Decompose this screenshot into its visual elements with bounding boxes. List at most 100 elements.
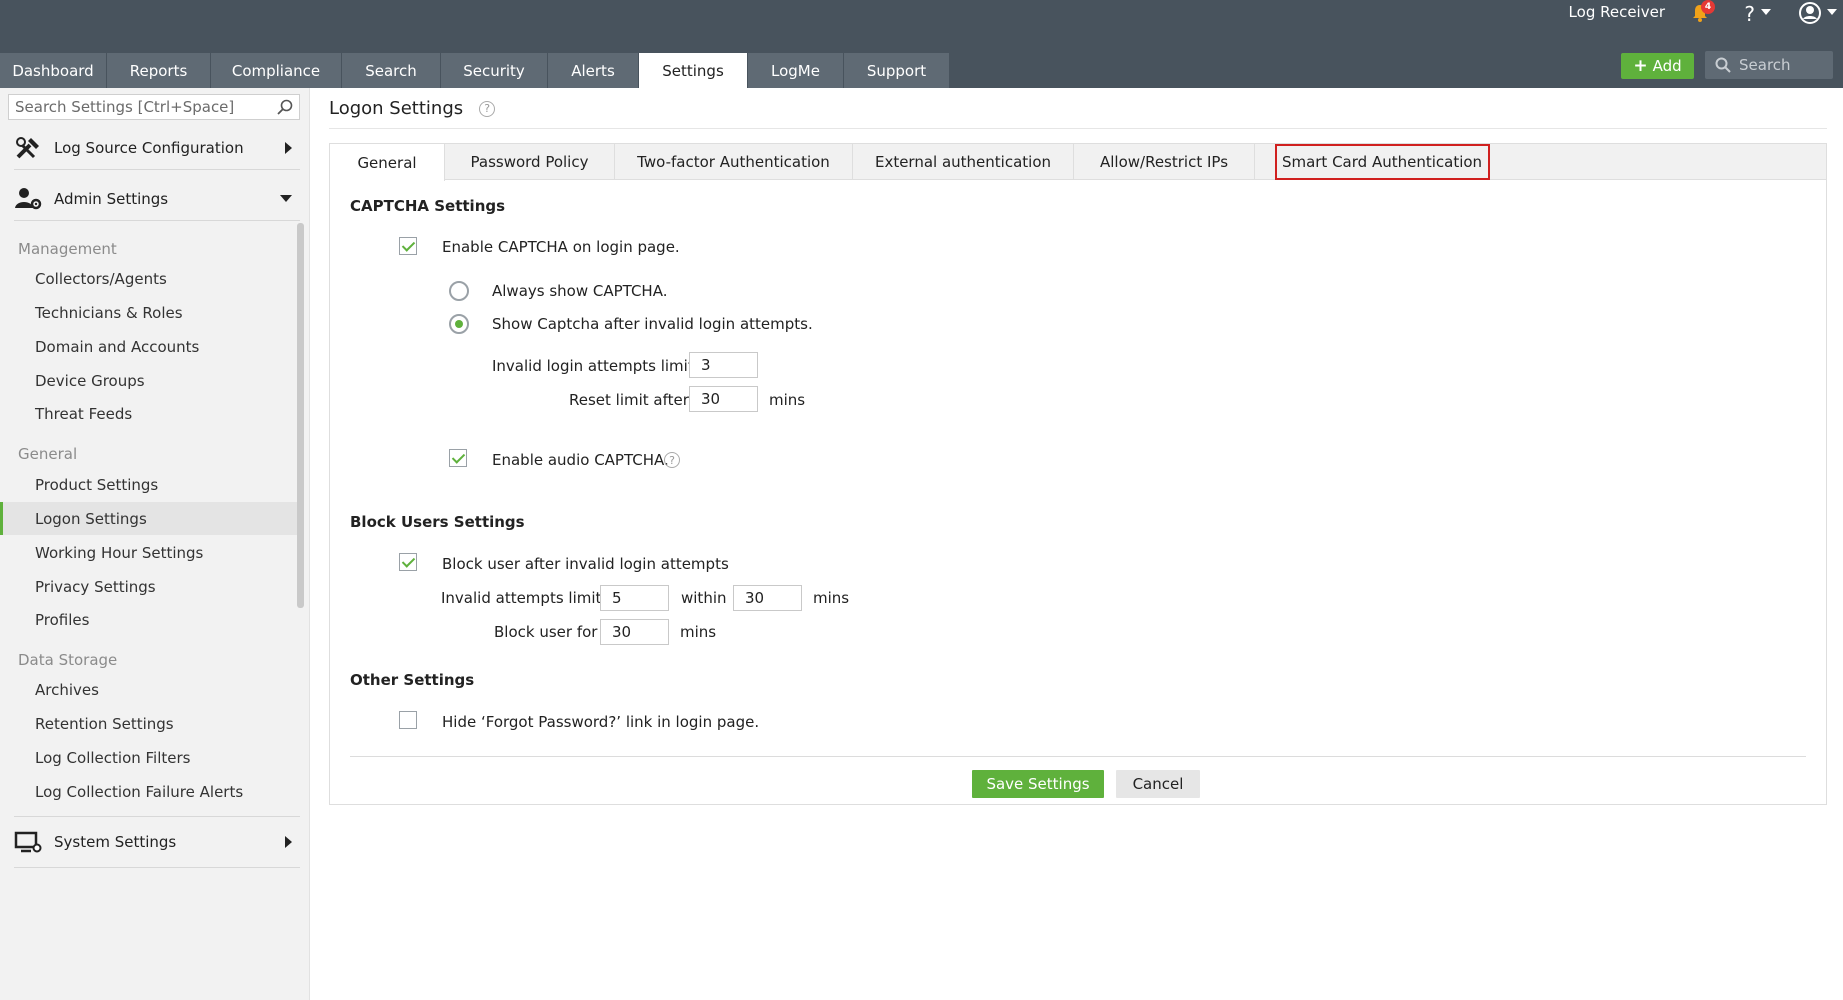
reset-limit-input[interactable]: 30	[689, 386, 758, 412]
sidebar-group-log-source-configuration[interactable]: Log Source Configuration	[14, 126, 300, 170]
nav-tab-compliance[interactable]: Compliance	[211, 53, 342, 88]
notification-count-badge: 4	[1701, 0, 1715, 14]
block-user-checkbox[interactable]	[399, 553, 417, 571]
logon-settings-panel: General Password Policy Two-factor Authe…	[329, 143, 1827, 805]
sidebar-item-product-settings[interactable]: Product Settings	[0, 468, 300, 501]
tab-two-factor-authentication[interactable]: Two-factor Authentication	[615, 144, 853, 180]
tab-allow-restrict-ips[interactable]: Allow/Restrict IPs	[1074, 144, 1255, 180]
add-button-label: Add	[1652, 57, 1682, 75]
sidebar-item-working-hour-settings[interactable]: Working Hour Settings	[0, 536, 300, 569]
sidebar-group-admin-settings[interactable]: Admin Settings	[14, 177, 300, 221]
save-settings-button[interactable]: Save Settings	[972, 770, 1104, 798]
tab-smart-card-authentication[interactable]: Smart Card Authentication	[1275, 144, 1490, 180]
cancel-button[interactable]: Cancel	[1116, 770, 1200, 798]
sidebar-section-general: General	[18, 445, 78, 463]
tab-general[interactable]: General	[330, 144, 445, 181]
settings-search-placeholder: Search Settings [Ctrl+Space]	[15, 98, 235, 116]
monitor-settings-icon	[14, 831, 42, 853]
reset-limit-label: Reset limit after	[569, 391, 689, 409]
search-icon	[1715, 57, 1731, 73]
page-title: Logon Settings ?	[329, 98, 496, 119]
block-users-section-title: Block Users Settings	[350, 513, 525, 531]
nav-tab-reports[interactable]: Reports	[107, 53, 211, 88]
sidebar-group-system-settings[interactable]: System Settings	[14, 816, 300, 868]
tools-icon	[16, 136, 39, 158]
sidebar-item-log-collection-filters[interactable]: Log Collection Filters	[0, 741, 300, 774]
block-user-for-unit: mins	[680, 623, 717, 641]
invalid-attempts-limit-label: Invalid attempts limit	[441, 589, 602, 607]
settings-search-input[interactable]: Search Settings [Ctrl+Space]	[8, 94, 300, 120]
add-button[interactable]: + Add	[1621, 53, 1694, 79]
sidebar-scrollbar[interactable]	[297, 223, 304, 608]
invalid-login-limit-label: Invalid login attempts limit	[492, 357, 694, 375]
nav-tab-support[interactable]: Support	[844, 53, 950, 88]
block-user-label: Block user after invalid login attempts	[442, 555, 729, 573]
tab-external-authentication[interactable]: External authentication	[853, 144, 1074, 180]
block-user-for-input[interactable]: 30	[600, 619, 669, 645]
tab-password-policy[interactable]: Password Policy	[445, 144, 615, 180]
captcha-after-invalid-label: Show Captcha after invalid login attempt…	[492, 315, 813, 333]
nav-tab-logme[interactable]: LogMe	[748, 53, 844, 88]
chevron-down-icon[interactable]	[1827, 9, 1837, 15]
chevron-right-icon	[285, 141, 292, 154]
sidebar-item-logon-settings[interactable]: Logon Settings	[0, 502, 300, 535]
enable-audio-captcha-checkbox[interactable]	[449, 449, 467, 467]
sidebar-group-label: System Settings	[54, 833, 177, 851]
reset-limit-unit: mins	[769, 391, 806, 409]
sidebar-item-retention-settings[interactable]: Retention Settings	[0, 707, 300, 740]
always-show-captcha-label: Always show CAPTCHA.	[492, 282, 668, 300]
enable-captcha-label: Enable CAPTCHA on login page.	[442, 238, 680, 256]
main-nav: Dashboard Reports Compliance Search Secu…	[0, 53, 950, 88]
sidebar-item-device-groups[interactable]: Device Groups	[0, 364, 300, 397]
invalid-login-limit-input[interactable]: 3	[689, 352, 758, 378]
enable-captcha-checkbox[interactable]	[399, 237, 417, 255]
help-icon[interactable]: ?	[479, 100, 496, 117]
sidebar-section-data-storage: Data Storage	[18, 651, 118, 669]
captcha-after-invalid-radio[interactable]	[449, 314, 469, 334]
title-divider	[329, 128, 1827, 129]
sidebar-item-log-collection-failure-alerts[interactable]: Log Collection Failure Alerts	[0, 775, 300, 808]
sidebar-item-privacy-settings[interactable]: Privacy Settings	[0, 570, 300, 603]
admin-user-icon	[15, 187, 42, 209]
other-settings-section-title: Other Settings	[350, 671, 475, 689]
hide-forgot-password-checkbox[interactable]	[399, 711, 417, 729]
always-show-captcha-radio[interactable]	[449, 281, 469, 301]
within-label: within	[681, 589, 727, 607]
nav-tab-alerts[interactable]: Alerts	[548, 53, 639, 88]
page-title-text: Logon Settings	[329, 98, 464, 119]
global-search-input[interactable]: Search	[1705, 51, 1833, 79]
sidebar-item-domain-accounts[interactable]: Domain and Accounts	[0, 330, 300, 363]
sidebar-item-archives[interactable]: Archives	[0, 673, 300, 706]
log-receiver-link[interactable]: Log Receiver	[1569, 3, 1665, 21]
sidebar-item-technicians-roles[interactable]: Technicians & Roles	[0, 296, 300, 329]
nav-tab-dashboard[interactable]: Dashboard	[0, 53, 107, 88]
enable-audio-captcha-label: Enable audio CAPTCHA.	[492, 451, 669, 469]
sidebar-item-threat-feeds[interactable]: Threat Feeds	[0, 397, 300, 430]
captcha-section-title: CAPTCHA Settings	[350, 197, 506, 215]
logon-subtabs: General Password Policy Two-factor Authe…	[330, 144, 1826, 181]
actions-divider	[350, 756, 1806, 757]
block-user-for-label: Block user for	[494, 623, 598, 641]
within-unit: mins	[813, 589, 850, 607]
sidebar-item-profiles[interactable]: Profiles	[0, 603, 300, 636]
sidebar-section-management: Management	[18, 240, 117, 258]
chevron-down-icon	[280, 195, 292, 202]
settings-sidebar: Search Settings [Ctrl+Space] Log Source …	[0, 88, 310, 1000]
sidebar-item-collectors-agents[interactable]: Collectors/Agents	[0, 262, 300, 295]
help-icon[interactable]: ?	[1744, 2, 1755, 26]
chevron-right-icon	[285, 836, 292, 848]
nav-tab-search[interactable]: Search	[342, 53, 441, 88]
plus-icon: +	[1633, 56, 1648, 76]
invalid-attempts-limit-input[interactable]: 5	[600, 585, 669, 611]
nav-tab-settings[interactable]: Settings	[639, 53, 748, 88]
hide-forgot-password-label: Hide ‘Forgot Password?’ link in login pa…	[442, 713, 760, 731]
global-search-placeholder: Search	[1739, 56, 1791, 74]
sidebar-group-label: Log Source Configuration	[54, 138, 244, 157]
within-input[interactable]: 30	[733, 585, 802, 611]
search-icon[interactable]	[277, 99, 293, 115]
chevron-down-icon[interactable]	[1761, 9, 1771, 15]
help-icon[interactable]: ?	[664, 452, 680, 468]
user-avatar-icon[interactable]	[1799, 2, 1821, 24]
top-bar: Log Receiver 4 ? Dashboard Reports Compl…	[0, 0, 1843, 88]
nav-tab-security[interactable]: Security	[441, 53, 548, 88]
